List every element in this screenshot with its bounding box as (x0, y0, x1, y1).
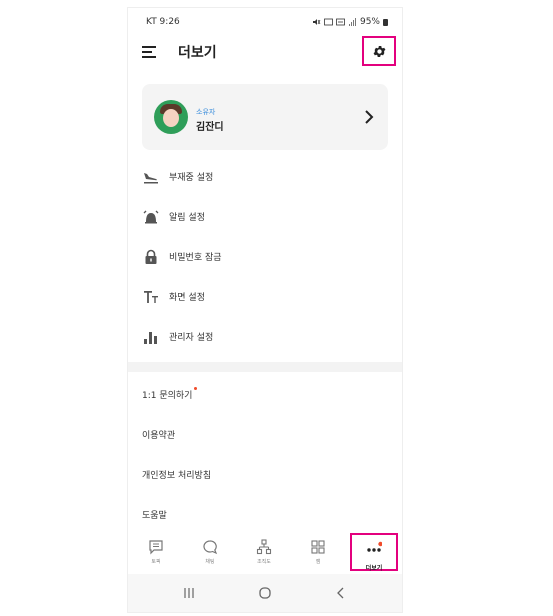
menu-item-label: 화면 설정 (169, 293, 205, 303)
chevron-right-icon (365, 110, 374, 124)
menu-item-away-settings[interactable]: 부재중 설정 (128, 162, 402, 192)
support-item-inquiry[interactable]: 1:1 문의하기 (142, 387, 198, 401)
support-item-label: 개인정보 처리방침 (142, 471, 212, 481)
text-size-icon (144, 291, 158, 303)
nav-item-more[interactable]: 더보기 (350, 533, 398, 572)
airplane-landing-icon (144, 173, 158, 184)
chat-icon (149, 540, 163, 555)
lte-icon (336, 18, 345, 26)
support-item-privacy[interactable]: 개인정보 처리방침 (142, 468, 211, 481)
battery-icon (383, 18, 388, 26)
nav-item-label: 잼 (315, 559, 321, 565)
nav-item-label: 토픽 (151, 559, 161, 565)
profile-role: 소유자 (196, 108, 216, 116)
support-item-label: 도움말 (142, 511, 167, 521)
org-chart-icon (256, 539, 272, 555)
bar-chart-icon (144, 332, 157, 344)
nav-item-label: 채팅 (205, 559, 215, 565)
menu-item-label: 부재중 설정 (169, 173, 214, 183)
hamburger-menu-icon[interactable] (142, 46, 156, 58)
grid-icon (311, 540, 325, 554)
profile-name: 김잔디 (196, 122, 224, 133)
menu-item-label: 관리자 설정 (169, 333, 214, 343)
nav-item-topic[interactable]: 토픽 (136, 537, 176, 573)
nav-item-chat[interactable]: 채팅 (190, 537, 230, 573)
nav-item-jam[interactable]: 잼 (298, 537, 338, 573)
settings-button[interactable] (362, 36, 396, 66)
more-dots-icon (367, 541, 383, 552)
support-item-help[interactable]: 도움말 (142, 508, 167, 521)
carrier-time: KT 9:26 (146, 17, 180, 27)
section-divider (128, 362, 402, 372)
new-indicator-dot (194, 387, 198, 390)
mute-icon (312, 19, 321, 25)
back-icon[interactable] (333, 585, 349, 601)
gear-icon (373, 45, 385, 57)
profile-card[interactable]: 소유자 김잔디 (142, 84, 388, 150)
menu-item-display-settings[interactable]: 화면 설정 (128, 282, 402, 312)
page-title: 더보기 (178, 45, 217, 61)
status-indicators: 95% (312, 17, 388, 27)
support-item-label: 이용약관 (142, 431, 176, 441)
alarm-bell-icon (143, 210, 159, 224)
signal-icon (348, 18, 356, 26)
nav-item-label: 조직도 (257, 559, 271, 565)
home-icon[interactable] (257, 585, 273, 601)
speech-bubble-icon (203, 540, 218, 555)
menu-item-label: 비밀번호 잠금 (169, 253, 222, 263)
system-nav-bar (128, 574, 402, 612)
lock-icon (145, 249, 157, 264)
menu-item-label: 알림 설정 (169, 213, 205, 223)
support-item-terms[interactable]: 이용약관 (142, 428, 175, 441)
recent-apps-icon[interactable] (181, 585, 197, 601)
menu-item-admin-settings[interactable]: 관리자 설정 (128, 322, 402, 352)
status-bar: KT 9:26 95% (128, 8, 402, 32)
phone-screen: KT 9:26 95% 더보기 소유자 김잔디 부재중 설정 알림 설정 비밀번… (128, 8, 402, 612)
avatar (154, 100, 188, 134)
nav-item-label: 더보기 (365, 565, 383, 572)
app-header: 더보기 (128, 32, 402, 72)
menu-item-notification-settings[interactable]: 알림 설정 (128, 202, 402, 232)
battery-percent: 95% (359, 17, 380, 27)
wifi-icon (324, 18, 333, 26)
support-item-label: 1:1 문의하기 (142, 391, 193, 401)
bottom-nav: 토픽 채팅 조직도 잼 더보기 (128, 533, 402, 573)
nav-item-org-chart[interactable]: 조직도 (244, 537, 284, 573)
menu-item-password-lock[interactable]: 비밀번호 잠금 (128, 242, 402, 272)
